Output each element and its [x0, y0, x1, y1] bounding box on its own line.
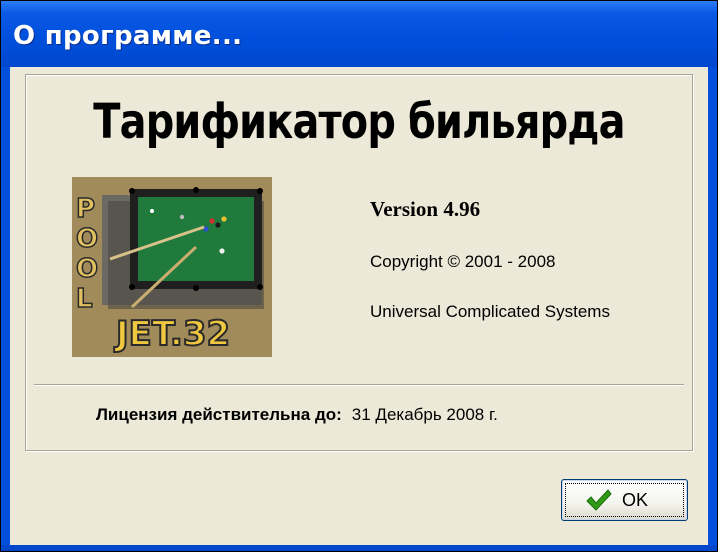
company-name: Universal Complicated Systems: [370, 302, 610, 321]
divider: [34, 384, 684, 385]
license-info: Лицензия действительна до: 31 Декабрь 200…: [96, 405, 498, 425]
svg-text:JET.32: JET.32: [114, 314, 230, 354]
version-text: Version 4.96: [370, 197, 481, 221]
svg-text:O: O: [76, 224, 98, 254]
title-bar[interactable]: О программе...: [1, 1, 717, 67]
pool-jet32-logo: P O O L JET.32: [72, 177, 272, 357]
ok-button[interactable]: OK: [561, 479, 688, 521]
about-panel: Тарификатор бильярда P O O L JET.32 Vers…: [25, 74, 693, 451]
app-name-heading: Тарификатор бильярда: [93, 94, 625, 150]
checkmark-icon: [585, 488, 613, 512]
license-label: Лицензия действительна до:: [96, 405, 342, 424]
svg-text:L: L: [76, 284, 93, 314]
window-frame-left: [1, 67, 10, 551]
copyright-text: Copyright © 2001 - 2008: [370, 252, 556, 271]
window-frame-bottom: [1, 545, 717, 551]
about-dialog-window: О программе... Тарификатор бильярда P O …: [0, 0, 718, 552]
license-expiry-date: 31 Декабрь 2008 г.: [351, 405, 498, 424]
window-frame-right: [708, 67, 717, 551]
svg-text:O: O: [76, 254, 98, 284]
ok-button-label: OK: [622, 490, 649, 510]
svg-text:P: P: [76, 194, 95, 224]
window-title: О программе...: [13, 21, 243, 51]
